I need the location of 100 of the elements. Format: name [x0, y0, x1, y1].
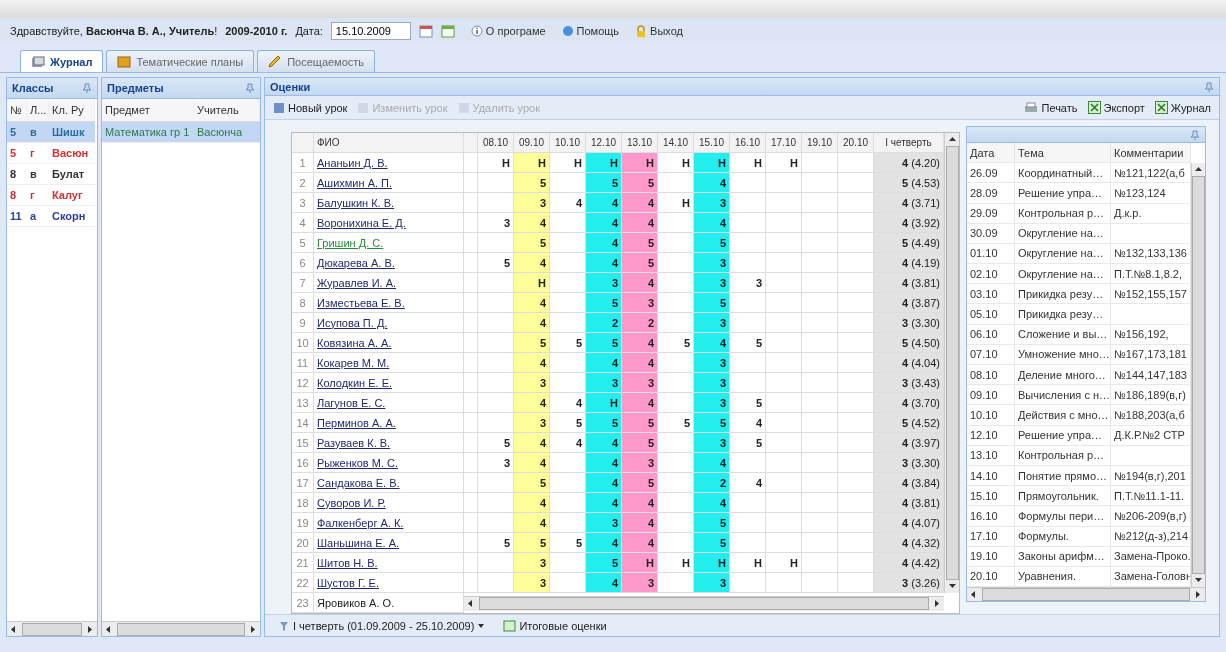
- table-cell[interactable]: 8: [7, 185, 27, 206]
- column-header[interactable]: Комментарии: [1111, 142, 1191, 164]
- student-name[interactable]: Изместьева Е. В.: [314, 293, 464, 314]
- grade-cell[interactable]: [464, 573, 478, 594]
- grade-cell[interactable]: 3: [694, 193, 730, 214]
- student-name[interactable]: Журавлев И. А.: [314, 273, 464, 294]
- grade-cell[interactable]: 4: [586, 193, 622, 214]
- grade-cell[interactable]: 4: [514, 253, 550, 274]
- table-cell[interactable]: 8: [7, 164, 27, 185]
- grade-cell[interactable]: [464, 313, 478, 334]
- grade-cell[interactable]: 5: [586, 173, 622, 194]
- student-name[interactable]: Воронихина Е. Д.: [314, 213, 464, 234]
- grade-cell[interactable]: 4: [514, 393, 550, 414]
- table-cell[interactable]: Скорн: [49, 206, 95, 227]
- grade-cell[interactable]: [766, 573, 802, 594]
- column-header[interactable]: 14.10: [658, 133, 694, 154]
- column-header[interactable]: 13.10: [622, 133, 658, 154]
- grade-cell[interactable]: [464, 173, 478, 194]
- column-header[interactable]: Учитель: [194, 99, 260, 122]
- grade-cell[interactable]: 4: [694, 213, 730, 234]
- grade-cell[interactable]: 4: [622, 393, 658, 414]
- grade-cell[interactable]: Н: [766, 553, 802, 574]
- grade-cell[interactable]: [766, 213, 802, 234]
- grade-cell[interactable]: Н: [586, 393, 622, 414]
- column-header[interactable]: 10.10: [550, 133, 586, 154]
- grade-cell[interactable]: 3: [622, 293, 658, 314]
- grade-cell[interactable]: 5: [622, 473, 658, 494]
- grade-cell[interactable]: 4: [586, 213, 622, 234]
- table-cell[interactable]: а: [27, 206, 49, 227]
- grade-cell[interactable]: 5: [694, 533, 730, 554]
- totals-button[interactable]: Итоговые оценки: [500, 617, 610, 634]
- student-name[interactable]: Сандакова Е. В.: [314, 473, 464, 494]
- grade-cell[interactable]: 5: [622, 253, 658, 274]
- grade-cell[interactable]: 4: [586, 493, 622, 514]
- grade-cell[interactable]: 4: [586, 353, 622, 374]
- grade-cell[interactable]: [464, 393, 478, 414]
- grade-cell[interactable]: 2: [694, 473, 730, 494]
- grade-cell[interactable]: [802, 293, 838, 314]
- grade-cell[interactable]: [730, 573, 766, 594]
- grade-cell[interactable]: 4: [694, 333, 730, 354]
- grade-cell[interactable]: [802, 533, 838, 554]
- grade-cell[interactable]: 4: [514, 433, 550, 454]
- grade-cell[interactable]: 5: [586, 333, 622, 354]
- grade-cell[interactable]: [730, 293, 766, 314]
- student-name[interactable]: Дюкарева А. В.: [314, 253, 464, 274]
- grade-cell[interactable]: Н: [694, 153, 730, 174]
- column-header[interactable]: 17.10: [766, 133, 802, 154]
- grade-cell[interactable]: 3: [730, 273, 766, 294]
- grade-cell[interactable]: 4: [622, 493, 658, 514]
- grade-cell[interactable]: Н: [730, 553, 766, 574]
- grade-cell[interactable]: [802, 473, 838, 494]
- column-header[interactable]: I четверть: [874, 133, 944, 154]
- grade-cell[interactable]: [766, 453, 802, 474]
- grade-cell[interactable]: 3: [514, 413, 550, 434]
- student-name[interactable]: Ашихмин А. П.: [314, 173, 464, 194]
- grade-cell[interactable]: 3: [694, 273, 730, 294]
- column-header[interactable]: Тема: [1015, 142, 1111, 164]
- student-name[interactable]: Лагунов Е. С.: [314, 393, 464, 414]
- table-cell[interactable]: Васюн: [49, 143, 95, 164]
- grade-cell[interactable]: 5: [514, 173, 550, 194]
- grade-cell[interactable]: [802, 213, 838, 234]
- student-name[interactable]: Балушкин К. В.: [314, 193, 464, 214]
- grade-cell[interactable]: 4: [514, 353, 550, 374]
- student-name[interactable]: Шаньшина Е. А.: [314, 533, 464, 554]
- column-header[interactable]: Предмет: [102, 99, 194, 122]
- grade-cell[interactable]: Н: [730, 153, 766, 174]
- grade-cell[interactable]: [766, 293, 802, 314]
- grade-cell[interactable]: 3: [694, 573, 730, 594]
- grade-cell[interactable]: 5: [730, 333, 766, 354]
- grade-cell[interactable]: 3: [514, 373, 550, 394]
- grade-cell[interactable]: 4: [622, 353, 658, 374]
- grade-cell[interactable]: 5: [622, 433, 658, 454]
- grade-cell[interactable]: 5: [622, 233, 658, 254]
- grade-cell[interactable]: 3: [586, 513, 622, 534]
- grade-cell[interactable]: [766, 253, 802, 274]
- grade-cell[interactable]: Н: [622, 553, 658, 574]
- student-name[interactable]: Кокарев М. М.: [314, 353, 464, 374]
- grade-cell[interactable]: [802, 193, 838, 214]
- horizontal-scrollbar[interactable]: [102, 621, 260, 636]
- grade-cell[interactable]: 4: [514, 513, 550, 534]
- grade-cell[interactable]: 5: [622, 173, 658, 194]
- grade-cell[interactable]: [766, 233, 802, 254]
- table-cell[interactable]: 5: [7, 122, 27, 143]
- toolbar-button[interactable]: Журнал: [1151, 99, 1214, 117]
- grade-cell[interactable]: [766, 393, 802, 414]
- grade-cell[interactable]: [464, 553, 478, 574]
- horizontal-scrollbar[interactable]: [967, 587, 1205, 602]
- grade-cell[interactable]: [730, 253, 766, 274]
- grade-cell[interactable]: [730, 233, 766, 254]
- grade-cell[interactable]: 4: [730, 413, 766, 434]
- grade-cell[interactable]: 5: [514, 233, 550, 254]
- pin-icon[interactable]: [1204, 81, 1214, 92]
- grade-cell[interactable]: [766, 333, 802, 354]
- grade-cell[interactable]: [802, 553, 838, 574]
- column-header[interactable]: 20.10: [838, 133, 874, 154]
- student-name[interactable]: Гришин Д. С.: [314, 233, 464, 254]
- grade-cell[interactable]: 5: [514, 473, 550, 494]
- grade-cell[interactable]: 4: [514, 313, 550, 334]
- grade-cell[interactable]: [802, 393, 838, 414]
- header-link[interactable]: О програме: [470, 25, 546, 37]
